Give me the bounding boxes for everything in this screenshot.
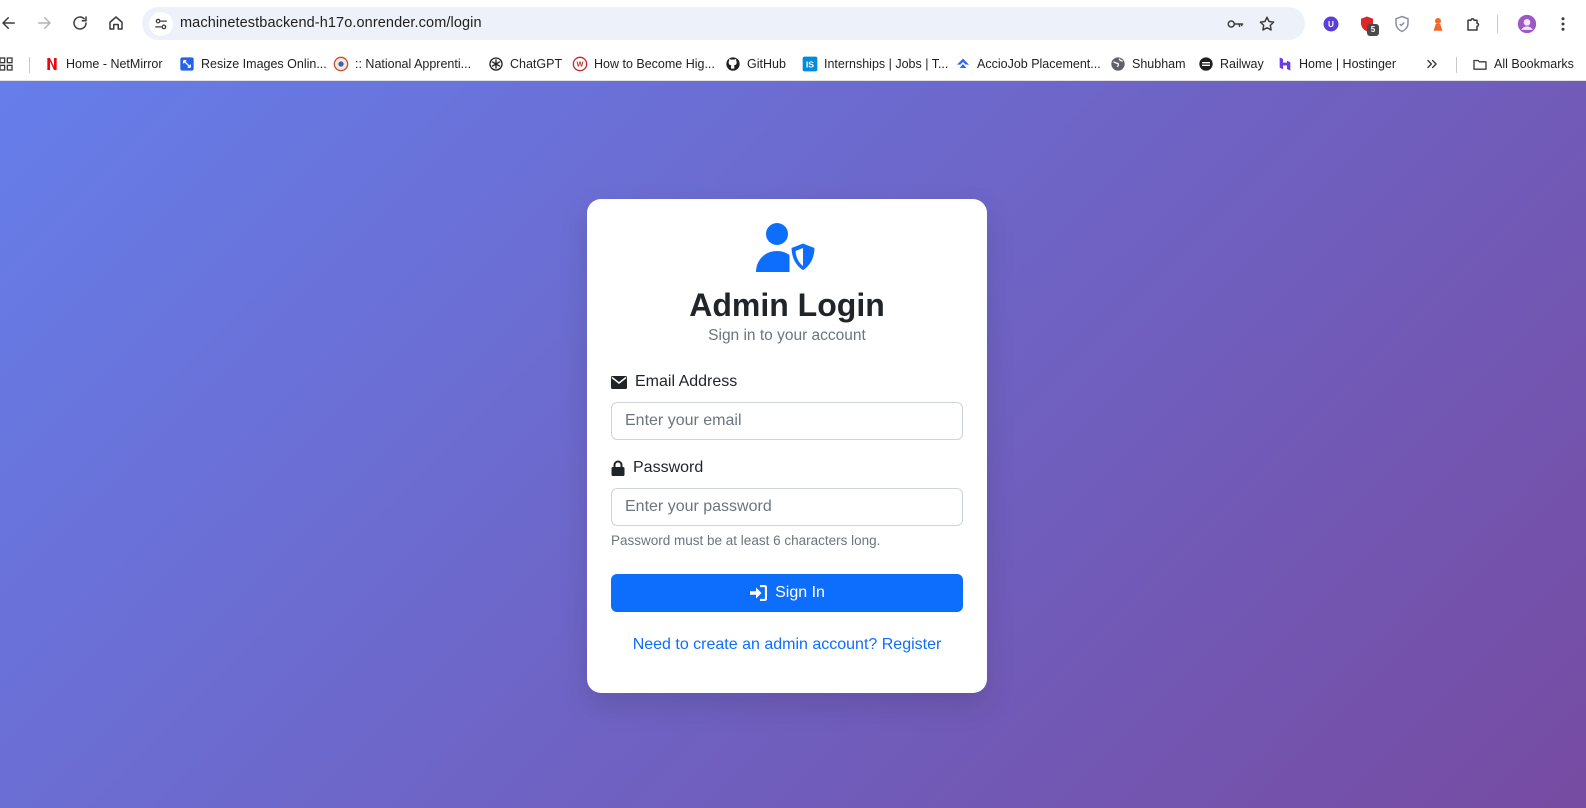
bookmark-hostinger[interactable]: Home | Hostinger <box>1277 53 1396 75</box>
url-text: machinetestbackend-h17o.onrender.com/log… <box>180 15 482 31</box>
sign-in-icon <box>750 585 768 601</box>
bookmark-star-icon[interactable] <box>1257 14 1277 34</box>
bookmarks-divider <box>29 57 30 73</box>
all-bookmarks-button[interactable]: All Bookmarks <box>1472 53 1574 75</box>
globe-icon <box>1110 56 1126 72</box>
envelope-icon <box>611 375 627 389</box>
bookmarks-bar: Home - NetMirror Resize Images Onlin... … <box>0 47 1586 81</box>
password-label: Password <box>633 459 704 476</box>
bookmark-github[interactable]: GitHub <box>725 53 786 75</box>
bookmark-label: AccioJob Placement... <box>977 57 1101 71</box>
reload-icon <box>73 16 87 30</box>
hostinger-icon <box>1277 56 1293 72</box>
extension-orange-icon[interactable] <box>1427 13 1449 35</box>
address-bar[interactable]: machinetestbackend-h17o.onrender.com/log… <box>142 7 1305 40</box>
password-input[interactable] <box>611 488 963 526</box>
all-bookmarks-label: All Bookmarks <box>1494 57 1574 71</box>
svg-text:U: U <box>1328 20 1334 29</box>
reload-button[interactable] <box>67 10 93 36</box>
sign-in-button[interactable]: Sign In <box>611 574 963 612</box>
back-button[interactable] <box>0 10 22 36</box>
login-page-background: Admin Login Sign in to your account Emai… <box>0 81 1586 808</box>
sign-in-label: Sign In <box>775 584 825 601</box>
site-settings-icon[interactable] <box>149 12 173 36</box>
email-label-row: Email Address <box>611 373 737 391</box>
resize-images-icon <box>179 56 195 72</box>
national-apprenticeship-icon <box>333 56 349 72</box>
bookmark-label: How to Become Hig... <box>594 57 715 71</box>
email-label: Email Address <box>635 373 738 390</box>
apps-grid-icon <box>0 56 14 72</box>
bookmark-label: Railway <box>1220 57 1264 71</box>
browser-toolbar: machinetestbackend-h17o.onrender.com/log… <box>0 0 1586 47</box>
home-button[interactable] <box>103 10 129 36</box>
acciojob-icon <box>955 56 971 72</box>
bookmark-label: Home - NetMirror <box>66 57 163 71</box>
forward-button[interactable] <box>31 10 57 36</box>
folder-icon <box>1472 56 1488 72</box>
bookmark-label: Home | Hostinger <box>1299 57 1397 71</box>
bookmark-how-to-become[interactable]: W How to Become Hig... <box>572 53 715 75</box>
extension-badge: 5 <box>1367 24 1379 36</box>
netmirror-icon <box>44 56 60 72</box>
bookmark-acciojob[interactable]: AccioJob Placement... <box>955 53 1101 75</box>
password-label-row: Password <box>611 459 703 477</box>
bookmark-resize-images[interactable]: Resize Images Onlin... <box>179 53 327 75</box>
extensions-puzzle-icon[interactable] <box>1463 13 1485 35</box>
arrow-right-icon <box>38 17 51 29</box>
railway-icon <box>1198 56 1214 72</box>
page-subtitle: Sign in to your account <box>708 327 866 344</box>
password-hint: Password must be at least 6 characters l… <box>611 533 881 548</box>
bookmark-label: GitHub <box>747 57 786 71</box>
bookmark-label: Shubham <box>1132 57 1186 71</box>
how-to-icon: W <box>572 56 588 72</box>
extension-purple-icon[interactable]: U <box>1320 13 1342 35</box>
svg-text:W: W <box>577 60 584 69</box>
email-input[interactable] <box>611 402 963 440</box>
double-chevron-right-icon <box>1424 56 1440 72</box>
user-shield-icon <box>756 223 818 273</box>
home-icon <box>109 16 123 30</box>
bookmark-shubham[interactable]: Shubham <box>1110 53 1186 75</box>
page-title: Admin Login <box>689 287 885 323</box>
lock-icon <box>611 460 625 476</box>
bookmark-label: Resize Images Onlin... <box>201 57 327 71</box>
bookmark-label: ChatGPT <box>510 57 563 71</box>
svg-text:IS: IS <box>806 59 814 69</box>
bookmark-label: :: National Apprenti... <box>355 57 472 71</box>
password-key-icon[interactable] <box>1225 14 1245 34</box>
bookmark-railway[interactable]: Railway <box>1198 53 1264 75</box>
register-link[interactable]: Need to create an admin account? Registe… <box>587 636 987 654</box>
bookmarks-divider <box>1456 57 1457 73</box>
extension-shield-grey-icon[interactable] <box>1391 13 1413 35</box>
profile-avatar-icon[interactable] <box>1516 13 1538 35</box>
bookmark-netmirror[interactable]: Home - NetMirror <box>44 53 163 75</box>
more-bookmarks-button[interactable] <box>1424 53 1440 75</box>
bookmark-internshala[interactable]: IS Internships | Jobs | T... <box>802 53 948 75</box>
bookmark-chatgpt[interactable]: ChatGPT <box>488 53 562 75</box>
internshala-icon: IS <box>802 56 818 72</box>
extension-shield-red-icon[interactable]: 5 <box>1356 13 1379 36</box>
bookmark-label: Internships | Jobs | T... <box>824 57 949 71</box>
more-menu-icon[interactable] <box>1552 13 1574 35</box>
arrow-left-icon <box>2 17 15 29</box>
github-icon <box>725 56 741 72</box>
toolbar-divider <box>1497 15 1498 33</box>
apps-grid-button[interactable] <box>0 53 14 75</box>
bookmark-national-apprenticeship[interactable]: :: National Apprenti... <box>333 53 471 75</box>
chatgpt-icon <box>488 56 504 72</box>
login-card: Admin Login Sign in to your account Emai… <box>587 199 987 693</box>
